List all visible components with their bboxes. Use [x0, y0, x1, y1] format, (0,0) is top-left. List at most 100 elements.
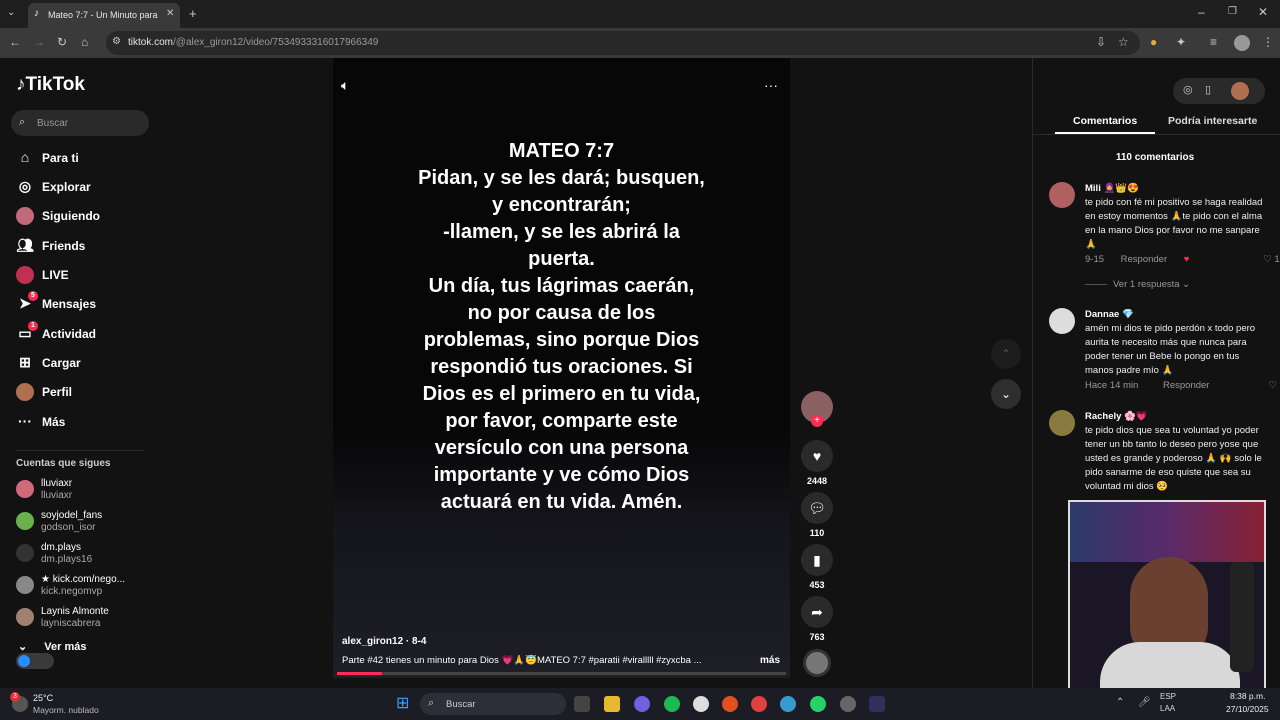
comment: Dannae 💎 amén mi dios te pido perdón x t…	[1049, 308, 1280, 398]
search-input[interactable]: ⌕ Buscar	[11, 110, 149, 136]
previous-video-button[interactable]: ⌃	[991, 339, 1021, 369]
comment-button[interactable]: 💬︎ 110	[800, 492, 834, 538]
avatar	[16, 480, 34, 498]
browser-tab[interactable]: ♪ Mateo 7:7 - Un Minuto para Dios ✕	[28, 3, 180, 28]
avatar[interactable]	[1049, 410, 1075, 436]
discord-icon[interactable]	[634, 696, 650, 712]
app-icon[interactable]	[869, 696, 885, 712]
chrome-icon[interactable]	[751, 696, 767, 712]
verse-line: y encontrarán;	[492, 194, 631, 216]
search-icon: ⌕	[428, 697, 435, 709]
verse-line: puerta.	[528, 248, 595, 270]
friends-icon: 👥︎	[16, 237, 34, 253]
windows-start-icon[interactable]: ⊞	[396, 696, 409, 712]
avatar[interactable]	[1049, 182, 1075, 208]
forward-icon[interactable]: →	[33, 36, 45, 48]
install-app-icon[interactable]: ⇩	[1096, 36, 1106, 48]
windows-taskbar: 3 25°C Mayorm. nublado ⊞ ⌕ Buscar ⌃ 🎤︎ E…	[0, 688, 1280, 720]
see-more-link[interactable]: ⌄ Ver más	[18, 640, 86, 653]
close-tab-icon[interactable]: ✕	[166, 9, 174, 19]
share-button[interactable]: ➦ 763	[800, 596, 834, 642]
search-placeholder: Buscar	[37, 118, 69, 129]
profile-avatar[interactable]	[1234, 35, 1250, 51]
more-options-icon[interactable]: ···	[764, 78, 778, 92]
verse-line: versículo con una persona	[434, 437, 689, 459]
reload-icon[interactable]: ↻	[57, 36, 67, 48]
language-layout: LAA	[1160, 704, 1176, 713]
home-icon[interactable]: ⌂	[81, 36, 88, 48]
tab-list-icon[interactable]: ⌄	[7, 8, 15, 18]
tiktok-logo[interactable]: ♪TikTok	[16, 74, 85, 96]
app-toggle[interactable]	[16, 653, 54, 669]
caption-more-button[interactable]: más	[760, 655, 780, 666]
close-window-icon[interactable]: ✕	[1258, 6, 1268, 18]
clock-date: 27/10/2025	[1226, 704, 1269, 714]
minimize-icon[interactable]: –	[1198, 6, 1205, 18]
reply-button[interactable]: Responder	[1121, 254, 1167, 265]
tab-comments[interactable]: Comentarios	[1073, 115, 1137, 127]
creator-avatar-button[interactable]: +	[800, 391, 834, 427]
video-author[interactable]: alex_giron12 · 8-4	[342, 636, 426, 647]
progress-track[interactable]	[337, 672, 786, 675]
avatar	[16, 576, 34, 594]
browser-tab-bar: ⌄ ♪ Mateo 7:7 - Un Minuto para Dios ✕ + …	[0, 0, 1280, 28]
like-count: 2448	[806, 476, 828, 486]
tab-podria-interesarte[interactable]: Podría interesarte	[1168, 115, 1257, 127]
taskbar-search[interactable]: ⌕ Buscar	[420, 693, 566, 715]
browser-toolbar: ← → ↻ ⌂ ⚙ tiktok.com/@alex_giron12/video…	[0, 28, 1280, 58]
video-player[interactable]: MATEO 7:7 Pidan, y se les dará; busquen,…	[333, 58, 790, 678]
volume-icon[interactable]: 🔈︎	[341, 78, 349, 92]
webcam-overlay	[1068, 500, 1266, 696]
compass-icon[interactable]: ◎	[1183, 85, 1193, 96]
task-view-icon[interactable]	[574, 696, 590, 712]
media-control-icon[interactable]: ≡	[1210, 36, 1217, 48]
phone-icon[interactable]: ▯	[1205, 85, 1211, 96]
site-info-icon[interactable]: ⚙	[112, 37, 121, 47]
like-comment-button[interactable]: ♡ 18	[1263, 253, 1280, 267]
music-disc-button[interactable]	[800, 649, 834, 677]
bookmark-icon: ▮	[801, 544, 833, 576]
save-button[interactable]: ▮ 453	[800, 544, 834, 590]
clock-time[interactable]: 8:38 p.m.	[1230, 691, 1265, 701]
follow-plus-icon[interactable]: +	[811, 415, 823, 427]
comment-count: 110	[809, 528, 825, 538]
spotify-icon[interactable]	[664, 696, 680, 712]
like-button[interactable]: ♥ 2448	[800, 440, 834, 486]
avatar[interactable]	[1231, 82, 1249, 100]
verse-line: problemas, sino porque Dios	[423, 329, 700, 351]
bookmark-star-icon[interactable]: ☆	[1118, 36, 1129, 48]
obs-icon[interactable]	[693, 696, 709, 712]
verse-text: MATEO 7:7 Pidan, y se les dará; busquen,…	[333, 138, 790, 516]
verse-line: no por causa de los	[467, 302, 656, 324]
top-action-pill: ◎ ▯	[1173, 78, 1265, 104]
reply-button[interactable]: Responder	[1163, 380, 1209, 391]
tab-title: Mateo 7:7 - Un Minuto para Dios	[48, 10, 160, 20]
divider	[16, 450, 144, 451]
file-explorer-icon[interactable]	[604, 696, 620, 712]
avatar[interactable]	[1049, 308, 1075, 334]
whatsapp-icon[interactable]	[810, 696, 826, 712]
view-replies-button[interactable]: Ver 1 respuesta ⌄	[1085, 278, 1265, 292]
address-bar[interactable]: ⚙ tiktok.com/@alex_giron12/video/7534933…	[106, 31, 1140, 55]
app-icon[interactable]	[840, 696, 856, 712]
back-icon[interactable]: ←	[9, 36, 21, 48]
next-video-button[interactable]: ⌄	[991, 379, 1021, 409]
avatar	[16, 512, 34, 530]
chevron-down-icon: ⌄	[18, 641, 28, 653]
extension-icon[interactable]: ●	[1150, 36, 1157, 48]
verse-line: actuará en tu vida. Amén.	[440, 491, 683, 513]
like-comment-button[interactable]: ♡ 0	[1269, 379, 1280, 393]
divider	[1085, 283, 1107, 285]
new-tab-icon[interactable]: +	[189, 7, 197, 20]
language-indicator[interactable]: ESP	[1160, 692, 1176, 701]
music-disc-icon	[803, 649, 831, 677]
weather-temp: 25°C	[33, 693, 54, 703]
browser-app-icon[interactable]	[780, 696, 796, 712]
tray-overflow-icon[interactable]: ⌃	[1116, 698, 1124, 708]
extensions-puzzle-icon[interactable]: ✦	[1176, 36, 1186, 48]
restore-icon[interactable]: ❐	[1228, 7, 1237, 17]
microphone-icon[interactable]: 🎤︎	[1138, 698, 1151, 708]
browser-menu-icon[interactable]: ⋮	[1262, 36, 1274, 48]
brave-icon[interactable]	[722, 696, 738, 712]
comment-meta: 9-15 Responder ♥ ♡ 18	[1085, 253, 1280, 267]
